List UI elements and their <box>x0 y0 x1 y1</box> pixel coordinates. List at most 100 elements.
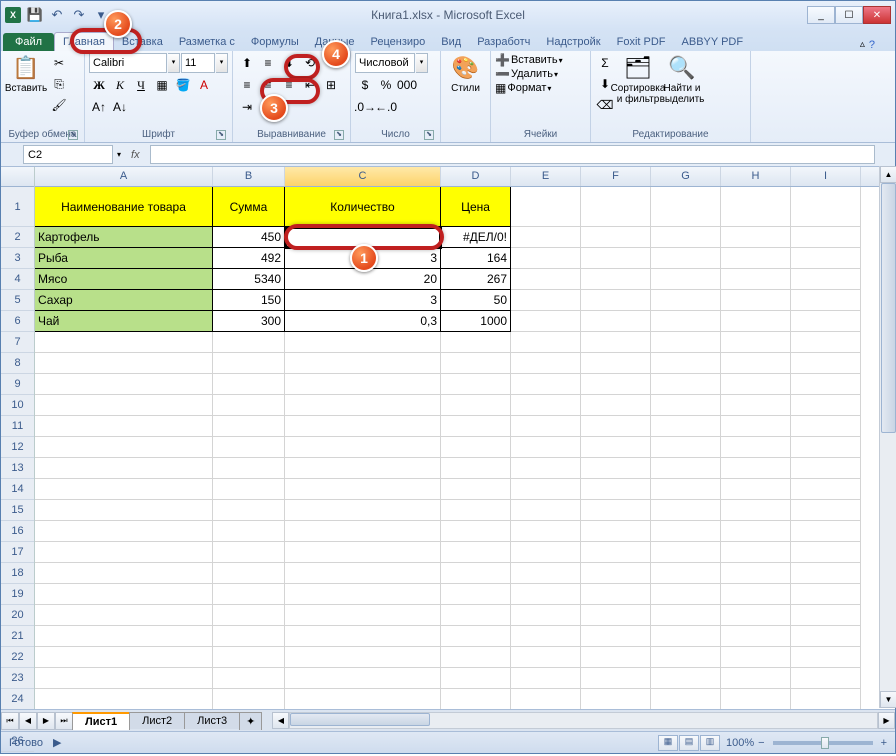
row-header-23[interactable]: 23 <box>1 668 34 689</box>
cell-D3[interactable]: 164 <box>441 248 511 269</box>
sort-filter-button[interactable]: 🗂 Сортировка и фильтр <box>617 53 659 107</box>
close-button[interactable]: ✕ <box>863 6 891 24</box>
cut-button[interactable]: ✂ <box>49 53 69 73</box>
cell-B22[interactable] <box>213 647 285 668</box>
cell-E19[interactable] <box>511 584 581 605</box>
cell-G8[interactable] <box>651 353 721 374</box>
cell-G1[interactable] <box>651 187 721 227</box>
cell-H15[interactable] <box>721 500 791 521</box>
cell-F22[interactable] <box>581 647 651 668</box>
tab-developer[interactable]: Разработч <box>469 33 538 51</box>
cell-A3[interactable]: Рыба <box>35 248 213 269</box>
align-middle-button[interactable]: ≡ <box>258 53 278 73</box>
row-header-8[interactable]: 8 <box>1 353 34 374</box>
tab-abbyy[interactable]: ABBYY PDF <box>674 33 752 51</box>
cell-G18[interactable] <box>651 563 721 584</box>
decrease-indent-button[interactable]: ⇤ <box>300 75 320 95</box>
cell-A11[interactable] <box>35 416 213 437</box>
row-header-12[interactable]: 12 <box>1 437 34 458</box>
cell-E20[interactable] <box>511 605 581 626</box>
cell-E18[interactable] <box>511 563 581 584</box>
increase-indent-button[interactable]: ⇥ <box>237 97 257 117</box>
row-header-24[interactable]: 24 <box>1 689 34 710</box>
cell-F21[interactable] <box>581 626 651 647</box>
cell-C19[interactable] <box>285 584 441 605</box>
cell-C7[interactable] <box>285 332 441 353</box>
cell-A2[interactable]: Картофель <box>35 227 213 248</box>
cell-I10[interactable] <box>791 395 861 416</box>
increase-decimal-button[interactable]: .0→ <box>355 97 375 117</box>
vscroll-thumb[interactable] <box>881 183 896 433</box>
cell-D15[interactable] <box>441 500 511 521</box>
cell-H2[interactable] <box>721 227 791 248</box>
cell-H17[interactable] <box>721 542 791 563</box>
cell-B7[interactable] <box>213 332 285 353</box>
cell-B21[interactable] <box>213 626 285 647</box>
cell-G11[interactable] <box>651 416 721 437</box>
underline-button[interactable]: Ч <box>131 75 151 95</box>
cell-I9[interactable] <box>791 374 861 395</box>
cell-D19[interactable] <box>441 584 511 605</box>
cell-D11[interactable] <box>441 416 511 437</box>
cell-F18[interactable] <box>581 563 651 584</box>
cell-F11[interactable] <box>581 416 651 437</box>
cell-B18[interactable] <box>213 563 285 584</box>
cell-E23[interactable] <box>511 668 581 689</box>
cell-F8[interactable] <box>581 353 651 374</box>
qat-more-button[interactable]: ▾ <box>91 5 111 25</box>
cell-B19[interactable] <box>213 584 285 605</box>
cell-E5[interactable] <box>511 290 581 311</box>
cell-G14[interactable] <box>651 479 721 500</box>
cell-F13[interactable] <box>581 458 651 479</box>
file-tab[interactable]: Файл <box>3 33 54 51</box>
hscroll-thumb[interactable] <box>290 713 430 726</box>
minimize-button[interactable]: _ <box>807 6 835 24</box>
align-left-button[interactable]: ≡ <box>237 75 257 95</box>
cell-C23[interactable] <box>285 668 441 689</box>
cell-G17[interactable] <box>651 542 721 563</box>
cell-A8[interactable] <box>35 353 213 374</box>
styles-button[interactable]: 🎨 Стили <box>445 53 486 96</box>
hscroll-left[interactable]: ◀ <box>272 712 289 729</box>
cell-F17[interactable] <box>581 542 651 563</box>
cell-B11[interactable] <box>213 416 285 437</box>
cell-I13[interactable] <box>791 458 861 479</box>
normal-view-button[interactable]: ▦ <box>658 735 678 751</box>
cell-A1[interactable]: Наименование товара <box>35 187 213 227</box>
cell-H16[interactable] <box>721 521 791 542</box>
cell-I22[interactable] <box>791 647 861 668</box>
copy-button[interactable]: ⎘ <box>49 74 69 94</box>
cell-A5[interactable]: Сахар <box>35 290 213 311</box>
cell-A18[interactable] <box>35 563 213 584</box>
cell-B8[interactable] <box>213 353 285 374</box>
vscroll-down[interactable]: ▼ <box>880 691 896 708</box>
cell-C2[interactable] <box>285 227 441 248</box>
cell-G16[interactable] <box>651 521 721 542</box>
font-launcher[interactable]: ⬊ <box>216 130 226 140</box>
paste-button[interactable]: 📋 Вставить <box>5 53 47 96</box>
cell-F16[interactable] <box>581 521 651 542</box>
cell-C6[interactable]: 0,3 <box>285 311 441 332</box>
cell-G9[interactable] <box>651 374 721 395</box>
cell-E13[interactable] <box>511 458 581 479</box>
align-bottom-button[interactable]: ⬇ <box>279 53 299 73</box>
cell-F24[interactable] <box>581 689 651 709</box>
col-header-A[interactable]: A <box>35 167 213 186</box>
cell-G3[interactable] <box>651 248 721 269</box>
number-format-dropdown[interactable]: ▾ <box>416 53 428 73</box>
number-launcher[interactable]: ⬊ <box>424 130 434 140</box>
cell-I8[interactable] <box>791 353 861 374</box>
row-header-17[interactable]: 17 <box>1 542 34 563</box>
cell-C13[interactable] <box>285 458 441 479</box>
cell-I16[interactable] <box>791 521 861 542</box>
currency-button[interactable]: $ <box>355 75 375 95</box>
cell-B20[interactable] <box>213 605 285 626</box>
cell-B15[interactable] <box>213 500 285 521</box>
align-right-button[interactable]: ≡ <box>279 75 299 95</box>
col-header-G[interactable]: G <box>651 167 721 186</box>
zoom-in-button[interactable]: + <box>881 737 887 749</box>
cell-D22[interactable] <box>441 647 511 668</box>
row-header-10[interactable]: 10 <box>1 395 34 416</box>
cell-C8[interactable] <box>285 353 441 374</box>
vertical-scrollbar[interactable]: ▲ ▼ <box>879 166 896 708</box>
